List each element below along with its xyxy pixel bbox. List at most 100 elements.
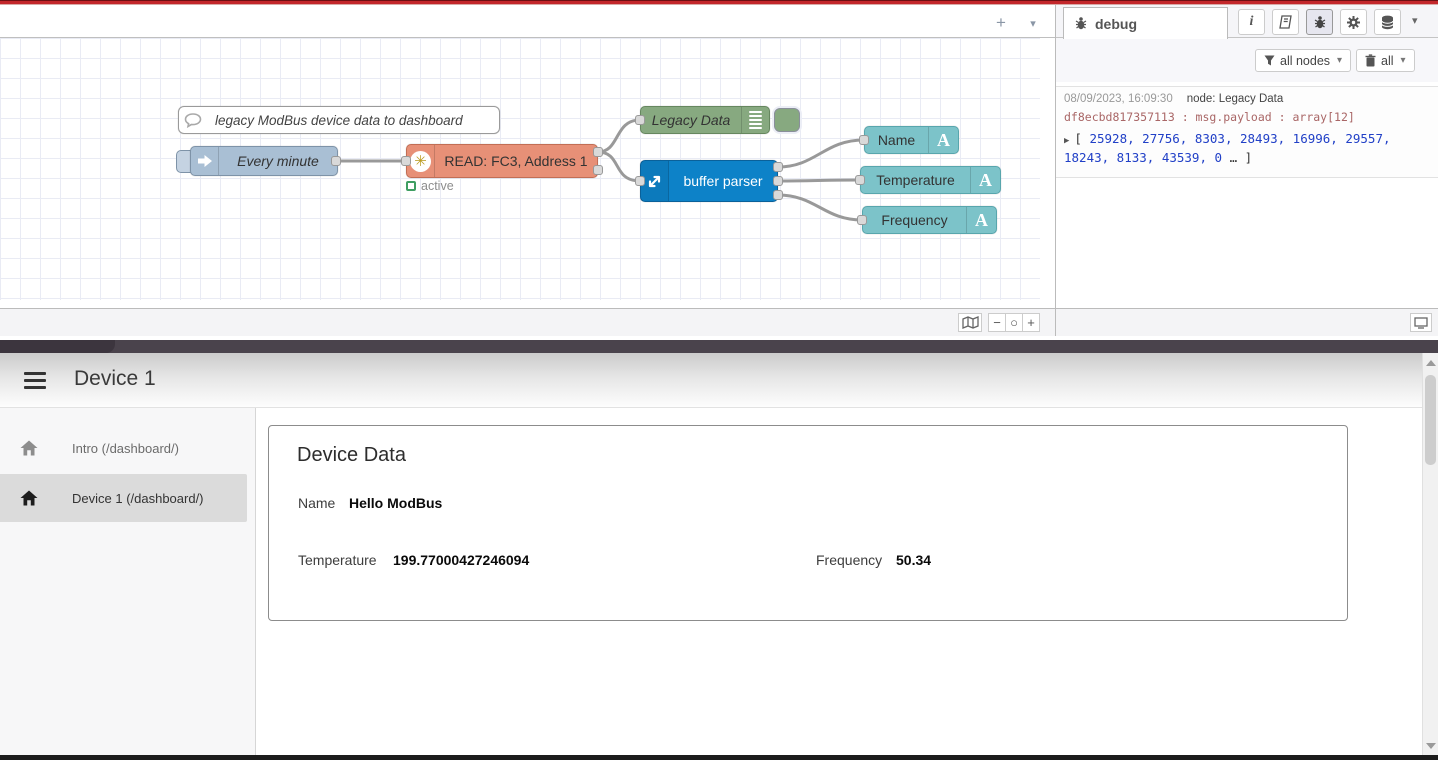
zoom-in-button[interactable]: + bbox=[1022, 313, 1040, 332]
text-widget-icon: A bbox=[970, 167, 1000, 193]
debug-toolbar: all nodes ▾ all ▾ bbox=[1056, 38, 1438, 82]
wire bbox=[598, 152, 640, 181]
payload-numbers: 25928, 27756, 8303, 28493, 16996, 29557,… bbox=[1064, 131, 1391, 165]
field-value-temperature: 199.77000427246094 bbox=[393, 552, 529, 568]
flow-canvas[interactable]: legacy ModBus device data to dashboard E… bbox=[0, 38, 1040, 300]
context-tab-button[interactable] bbox=[1374, 9, 1401, 35]
scroll-up-arrow[interactable] bbox=[1426, 360, 1436, 366]
debug-sidebar-icon bbox=[741, 107, 769, 133]
port-parser-out-2[interactable] bbox=[773, 176, 783, 186]
port-name-in[interactable] bbox=[859, 135, 869, 145]
editor-footer: − ○ + bbox=[0, 308, 1438, 336]
port-temperature-in[interactable] bbox=[855, 175, 865, 185]
modbus-icon: ✳ bbox=[407, 145, 435, 177]
port-legacy-in[interactable] bbox=[635, 115, 645, 125]
sidebar-header: debug i bbox=[1056, 5, 1438, 38]
config-tab-button[interactable] bbox=[1340, 9, 1367, 35]
bracket-close: ] bbox=[1245, 150, 1253, 165]
node-status: active bbox=[406, 179, 454, 193]
port-parser-in[interactable] bbox=[635, 176, 645, 186]
message-timestamp: 08/09/2023, 16:09:30 bbox=[1064, 93, 1173, 105]
expand-debug-button[interactable] bbox=[1410, 313, 1432, 332]
scroll-down-arrow[interactable] bbox=[1426, 743, 1436, 749]
wire bbox=[598, 120, 640, 152]
text-node-temperature[interactable]: Temperature A bbox=[860, 166, 1001, 194]
wire bbox=[778, 195, 862, 220]
sidebar-item-label: Device 1 (/dashboard/) bbox=[72, 491, 204, 506]
info-tab-button[interactable]: i bbox=[1238, 9, 1265, 35]
tab-debug-label: debug bbox=[1095, 16, 1137, 32]
window-divider bbox=[0, 340, 1438, 353]
device-data-card: Device Data Name Hello ModBus Temperatur… bbox=[268, 425, 1348, 621]
menu-button[interactable] bbox=[24, 372, 46, 389]
debug-enable-toggle[interactable] bbox=[774, 108, 800, 132]
field-value-name: Hello ModBus bbox=[349, 495, 442, 511]
port-frequency-in[interactable] bbox=[857, 215, 867, 225]
buffer-parser-node[interactable]: buffer parser bbox=[640, 160, 778, 202]
inject-node[interactable]: Every minute bbox=[190, 146, 338, 176]
status-label: active bbox=[421, 179, 454, 193]
message-source-node: node: Legacy Data bbox=[1187, 93, 1284, 105]
canvas-scroll-gutter[interactable] bbox=[1040, 38, 1055, 300]
trash-icon bbox=[1365, 54, 1376, 67]
flow-tabbar: + ▾ bbox=[0, 5, 1055, 38]
legacy-data-node[interactable]: Legacy Data bbox=[640, 106, 770, 134]
scrollbar[interactable] bbox=[1422, 353, 1438, 756]
sidebar-item-intro[interactable]: Intro (/dashboard/) bbox=[0, 428, 247, 468]
navigator-button[interactable] bbox=[958, 313, 982, 332]
modbus-read-label: READ: FC3, Address 1 bbox=[435, 153, 597, 169]
status-connected-icon bbox=[406, 181, 416, 191]
debug-message-meta: 08/09/2023, 16:09:30 node: Legacy Data bbox=[1064, 93, 1430, 105]
text-node-frequency[interactable]: Frequency A bbox=[862, 206, 997, 234]
text-widget-icon: A bbox=[966, 207, 996, 233]
zoom-out-button[interactable]: − bbox=[988, 313, 1006, 332]
text-node-label: Name bbox=[865, 132, 928, 148]
port-read-out-2[interactable] bbox=[593, 165, 603, 175]
gear-icon bbox=[1346, 15, 1361, 30]
wire bbox=[778, 140, 864, 167]
message-payload-path: df8ecbd817357113 : msg.payload : array[1… bbox=[1064, 110, 1430, 124]
card-title: Device Data bbox=[297, 444, 406, 467]
sidebar-item-label: Intro (/dashboard/) bbox=[72, 441, 179, 456]
port-read-out-1[interactable] bbox=[593, 147, 603, 157]
flow-list-button[interactable]: ▾ bbox=[1022, 12, 1044, 34]
chevron-down-icon: ▾ bbox=[1401, 55, 1406, 66]
dashboard-main: Device Data Name Hello ModBus Temperatur… bbox=[256, 408, 1422, 756]
port-inject-out[interactable] bbox=[331, 156, 341, 166]
funnel-icon bbox=[1264, 55, 1275, 66]
field-value-frequency: 50.34 bbox=[896, 552, 931, 568]
clear-log-button[interactable]: all ▾ bbox=[1356, 49, 1415, 72]
comment-node[interactable]: legacy ModBus device data to dashboard bbox=[178, 106, 500, 134]
home-icon bbox=[20, 490, 38, 506]
sidebar-item-device1[interactable]: Device 1 (/dashboard/) bbox=[0, 474, 247, 522]
bracket-open: [ bbox=[1074, 131, 1082, 146]
bug-icon bbox=[1313, 15, 1327, 30]
debug-tab-button[interactable] bbox=[1306, 9, 1333, 35]
debug-message[interactable]: 08/09/2023, 16:09:30 node: Legacy Data d… bbox=[1056, 86, 1438, 178]
port-read-in[interactable] bbox=[401, 156, 411, 166]
bottom-bar bbox=[0, 755, 1438, 760]
screen: + ▾ legacy ModBus device data to dashboa… bbox=[0, 0, 1438, 760]
scrollbar-thumb[interactable] bbox=[1425, 375, 1436, 465]
modbus-read-node[interactable]: ✳ READ: FC3, Address 1 bbox=[406, 144, 598, 178]
add-flow-button[interactable]: + bbox=[990, 12, 1012, 34]
port-parser-out-1[interactable] bbox=[773, 162, 783, 172]
expand-arrows-icon bbox=[641, 161, 669, 201]
dashboard-header: Device 1 bbox=[0, 353, 1422, 408]
help-tab-button[interactable] bbox=[1272, 9, 1299, 35]
port-parser-out-3[interactable] bbox=[773, 190, 783, 200]
expand-caret-icon[interactable]: ▶ bbox=[1064, 136, 1069, 146]
info-icon: i bbox=[1250, 14, 1254, 30]
chevron-down-icon: ▾ bbox=[1337, 55, 1342, 66]
database-icon bbox=[1380, 15, 1395, 30]
filter-nodes-button[interactable]: all nodes ▾ bbox=[1255, 49, 1351, 72]
message-payload: ▶ [ 25928, 27756, 8303, 28493, 16996, 295… bbox=[1064, 130, 1430, 168]
window-divider-tab bbox=[0, 340, 115, 353]
debug-message-list: 08/09/2023, 16:09:30 node: Legacy Data d… bbox=[1056, 82, 1438, 308]
text-node-label: Frequency bbox=[863, 212, 966, 228]
sidebar-menu-button[interactable]: ▾ bbox=[1412, 14, 1418, 27]
tab-debug[interactable]: debug bbox=[1063, 7, 1228, 39]
zoom-reset-button[interactable]: ○ bbox=[1005, 313, 1023, 332]
field-label-frequency: Frequency bbox=[816, 552, 882, 568]
text-node-name[interactable]: Name A bbox=[864, 126, 959, 154]
